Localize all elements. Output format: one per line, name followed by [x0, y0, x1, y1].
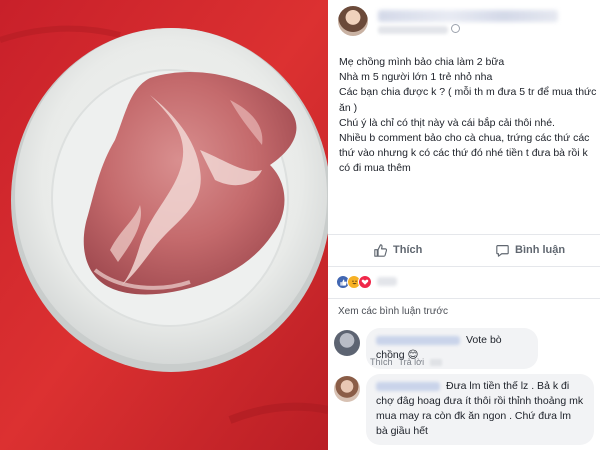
- like-button[interactable]: Thích: [374, 240, 422, 260]
- author-avatar[interactable]: [338, 6, 368, 36]
- divider: [328, 234, 600, 235]
- post-line: Nhiều b comment bảo cho cà chua, trứng c…: [339, 132, 590, 175]
- divider: [328, 298, 600, 299]
- view-previous-comments-link[interactable]: Xem các bình luận trước: [338, 306, 448, 317]
- post-line: Nhà m 5 người lớn 1 trẻ nhỏ nha: [339, 71, 493, 84]
- commenter-avatar[interactable]: [334, 376, 360, 402]
- post-photo[interactable]: [0, 0, 328, 450]
- comment-label: Bình luận: [515, 244, 566, 256]
- comment-reply-link[interactable]: Trả lời: [399, 357, 425, 367]
- post-line: Các bạn chia được k ? ( mỗi th m đưa 5 t…: [339, 86, 597, 114]
- comment-icon: [496, 244, 509, 257]
- comment-bubble: Đưa lm tiền thế lz . Bả k đi chợ đâg hoa…: [366, 374, 594, 445]
- comment-like-link[interactable]: Thích: [370, 357, 393, 367]
- post-header: [328, 0, 600, 48]
- post-body: Mẹ chồng mình bảo chia làm 2 bữa Nhà m 5…: [339, 55, 597, 177]
- like-label: Thích: [393, 244, 423, 256]
- love-reaction-icon: [358, 275, 372, 289]
- post-time-blurred[interactable]: [378, 26, 448, 34]
- comment-time-blurred: [430, 359, 443, 367]
- globe-icon: [451, 24, 460, 33]
- post-line: Mẹ chồng mình bảo chia làm 2 bữa: [339, 56, 505, 68]
- comment-button[interactable]: Bình luận: [496, 240, 565, 260]
- commenter-name-blurred[interactable]: [376, 381, 440, 391]
- commenter-name-blurred[interactable]: [376, 335, 460, 345]
- commenter-avatar[interactable]: [334, 330, 360, 356]
- reactions-summary[interactable]: [336, 275, 397, 289]
- post-line: Chú ý là chỉ có thịt này và cái bắp cải …: [339, 116, 555, 129]
- facebook-post-panel: Mẹ chồng mình bảo chia làm 2 bữa Nhà m 5…: [328, 0, 600, 450]
- photo-illustration: [0, 0, 328, 450]
- thumbs-up-icon: [374, 243, 387, 257]
- divider: [328, 266, 600, 267]
- reaction-count-blurred: [377, 277, 397, 286]
- comment-meta: Thích Trả lời: [370, 357, 448, 367]
- author-name-blurred[interactable]: [378, 10, 558, 22]
